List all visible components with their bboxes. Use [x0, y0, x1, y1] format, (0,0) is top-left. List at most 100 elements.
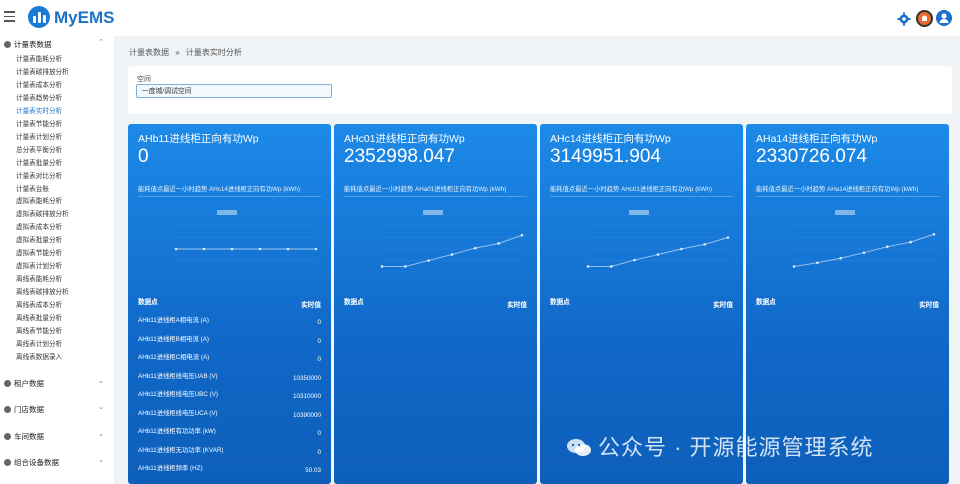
gear-icon[interactable] — [897, 12, 911, 26]
watermark-text: 公众号 · 开源能源管理系统 — [598, 435, 874, 460]
sidebar-item[interactable]: 虚拟表批量分析 — [16, 234, 62, 244]
trend-point — [886, 245, 889, 248]
card-value: 2352998.047 — [344, 146, 455, 167]
workshop-icon — [4, 433, 11, 440]
card-subtitle: 能耗值点最近一小时趋势 AHa01进线柜正向有功Wp (kWh) — [344, 186, 507, 193]
points-header: 数据点 — [550, 299, 570, 306]
bell-icon[interactable] — [916, 10, 933, 27]
meter-card: AHb11进线柜正向有功Wp 0 能耗值点最近一小时趋势 AHc14进线柜正向有功W… — [128, 124, 331, 484]
card-value: 3149951.904 — [550, 146, 661, 167]
sidebar-item[interactable]: 虚拟表计划分析 — [16, 260, 62, 270]
sidebar-item[interactable]: 计量表批量分析 — [16, 157, 62, 167]
point-value: 0 — [317, 319, 321, 326]
point-name: AHb11进线柜有功功率 (kW) — [138, 428, 216, 435]
trend-line — [793, 233, 935, 267]
sidebar-item[interactable]: 虚拟表节能分析 — [16, 247, 62, 257]
trend-point — [816, 261, 819, 265]
trend-point — [656, 253, 660, 256]
trend-point — [450, 253, 454, 256]
hamburger-icon[interactable] — [4, 11, 15, 22]
sidebar: 计量表数据 ⌃ 计量表能耗分析 计量表碳排放分析 计量表成本分析 计量表趋势分析 计量表… — [0, 36, 114, 484]
sidebar-item[interactable]: 离线表能耗分析 — [16, 273, 62, 283]
sidebar-item[interactable]: 计量表实时分析 — [16, 105, 62, 115]
sidebar-item[interactable]: 计量表对比分析 — [16, 170, 62, 180]
sidebar-group-meter[interactable]: 计量表数据 — [4, 39, 52, 50]
sidebar-item[interactable]: 计量表碳排放分析 — [16, 66, 69, 76]
sidebar-group-tenant[interactable]: 租户数据 — [4, 378, 44, 389]
value-header: 实时值 — [713, 302, 733, 309]
sidebar-item[interactable]: 计量表节能分析 — [16, 118, 62, 128]
sidebar-group-store[interactable]: 门店数据 — [4, 404, 44, 415]
trend-point — [474, 246, 477, 250]
sidebar-item[interactable]: 离线表碳排放分析 — [16, 286, 69, 296]
divider — [344, 196, 527, 197]
card-title: AHc01进线柜正向有功Wp — [344, 133, 465, 145]
sidebar-item[interactable]: 离线表节能分析 — [16, 325, 62, 335]
breadcrumb-parent[interactable]: 计量表数据 — [129, 48, 169, 57]
sidebar-item[interactable]: 计量表成本分析 — [16, 79, 62, 89]
trend-point — [380, 265, 384, 268]
watermark: 公众号 · 开源能源管理系统 — [566, 430, 874, 462]
trend-point — [586, 265, 590, 268]
trend-point — [680, 247, 683, 251]
store-icon — [4, 406, 11, 413]
gears-icon — [4, 459, 11, 466]
point-name: AHb11进线柜线电压UCA (V) — [138, 409, 218, 417]
chevron-down-icon: ⌄ — [98, 378, 104, 385]
sidebar-item[interactable]: 虚拟表碳排放分析 — [16, 208, 69, 218]
trend-line — [588, 237, 729, 267]
point-name: AHb11进线柜线电压UAB (V) — [138, 372, 218, 380]
card-value: 0 — [138, 146, 149, 167]
space-selector[interactable]: 一度城/调试空间 — [136, 84, 332, 98]
trend-point — [258, 247, 262, 251]
sidebar-item[interactable]: 离线表成本分析 — [16, 299, 62, 309]
point-value: 50.03 — [305, 467, 321, 474]
chevron-down-icon: ⌄ — [98, 457, 104, 464]
card-subtitle: 能耗值点最近一小时趋势 AHc01进线柜正向有功Wp (kWh) — [550, 186, 712, 193]
points-header: 数据点 — [138, 299, 158, 306]
sidebar-group-label: 计量表数据 — [14, 40, 52, 49]
sidebar-item[interactable]: 计量表台账 — [16, 183, 49, 193]
chevron-down-icon: ⌄ — [98, 431, 104, 438]
trend-point — [202, 247, 206, 251]
sidebar-item[interactable]: 离线表计划分析 — [16, 338, 62, 348]
trend-point — [404, 265, 407, 268]
trend-point — [230, 247, 234, 251]
trend-point — [286, 247, 290, 251]
point-value: 10350000 — [292, 374, 321, 382]
trend-point — [633, 258, 636, 262]
value-header: 实时值 — [919, 302, 939, 309]
sidebar-item[interactable]: 计量表趋势分析 — [16, 92, 62, 102]
points-header: 数据点 — [756, 299, 776, 306]
divider — [550, 196, 733, 197]
point-value: 0 — [317, 430, 321, 437]
points-header: 数据点 — [344, 299, 364, 306]
trend-point — [862, 251, 866, 254]
user-icon[interactable] — [936, 10, 952, 26]
sidebar-group-label: 门店数据 — [14, 405, 44, 414]
point-name: AHb11进线柜A相电流 (A) — [138, 317, 209, 324]
card-value: 2330726.074 — [756, 146, 867, 167]
trend-point — [703, 243, 706, 246]
sidebar-item[interactable]: 总分表平衡分析 — [16, 144, 62, 154]
sidebar-item[interactable]: 虚拟表能耗分析 — [16, 195, 62, 205]
trend-chart — [344, 206, 527, 286]
sidebar-item[interactable]: 离线表数据录入 — [16, 351, 62, 361]
trend-chart-svg — [174, 210, 318, 273]
sidebar-item[interactable]: 计量表能耗分析 — [16, 53, 62, 63]
trend-chart — [756, 206, 939, 286]
point-value: 10390000 — [292, 411, 321, 419]
sidebar-item[interactable]: 计量表计划分析 — [16, 131, 62, 141]
sidebar-item[interactable]: 虚拟表成本分析 — [16, 221, 62, 231]
sidebar-item[interactable]: 离线表批量分析 — [16, 312, 62, 322]
trend-point — [520, 233, 524, 237]
point-name: AHb11进线柜B相电流 (A) — [138, 335, 209, 343]
sidebar-group-combined-equipment[interactable]: 组合设备数据 — [4, 457, 59, 468]
trend-chart — [550, 206, 733, 286]
trend-chart-svg — [586, 210, 730, 273]
card-title: AHb11进线柜正向有功Wp — [138, 133, 259, 145]
chevron-down-icon: ⌄ — [98, 404, 104, 411]
point-value: 0 — [317, 448, 321, 456]
sidebar-group-workshop[interactable]: 车间数据 — [4, 431, 44, 442]
point-value: 0 — [317, 356, 321, 363]
